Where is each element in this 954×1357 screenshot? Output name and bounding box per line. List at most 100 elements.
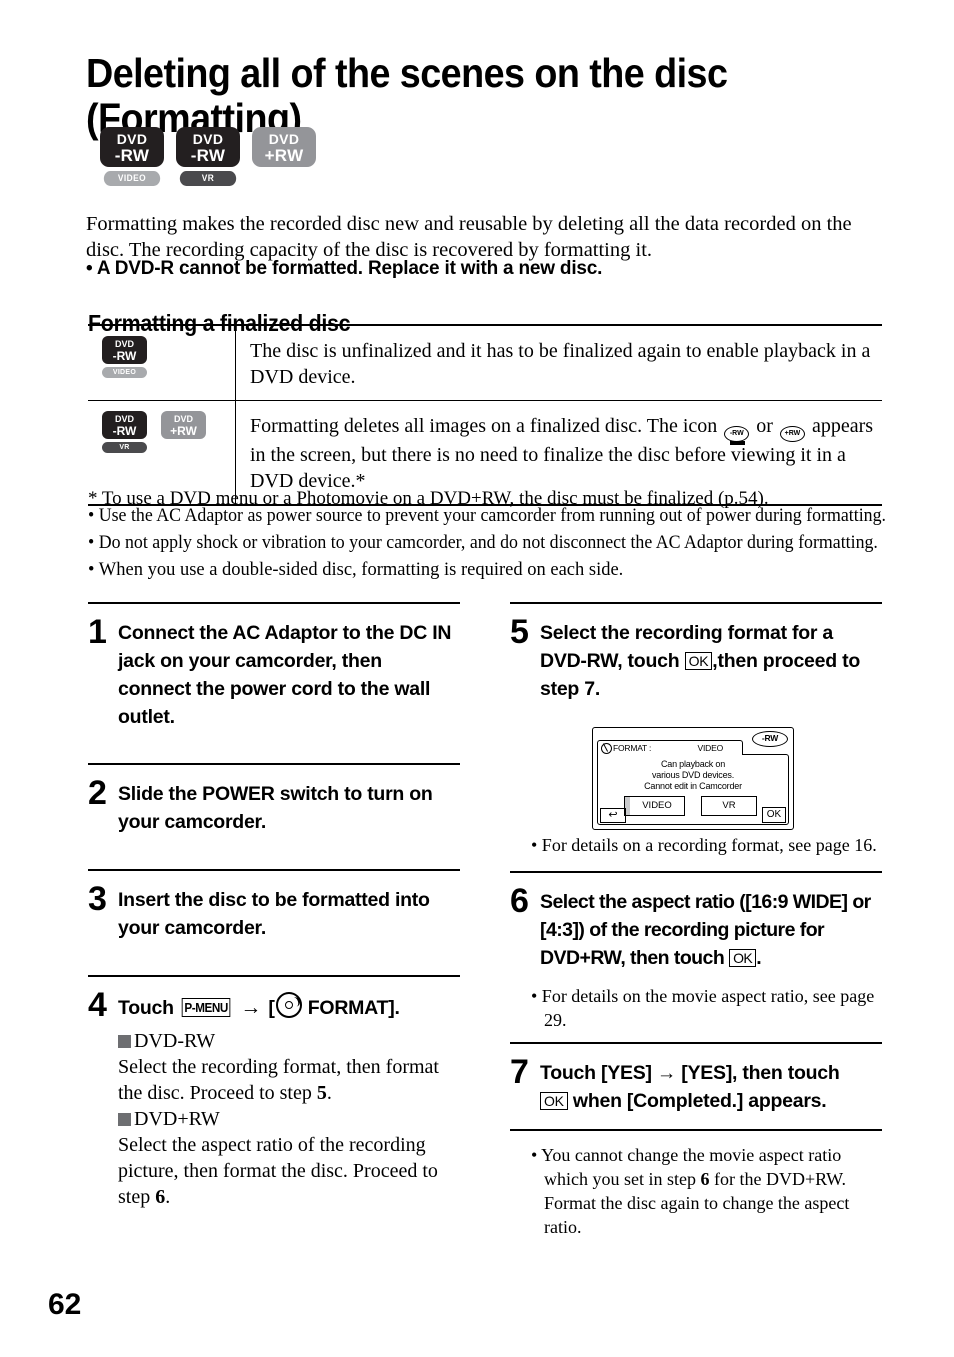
subheading-label: DVD-RW <box>134 1030 216 1052</box>
badge-line-2: +RW <box>264 145 304 165</box>
badge-line-2: -RW <box>114 145 150 165</box>
step-text: Slide the POWER switch to turn on your c… <box>118 783 433 833</box>
final-note: • You cannot change the movie aspect rat… <box>531 1143 882 1239</box>
mini-badge-line-1: DVD <box>114 338 134 349</box>
steps-column-left: 1 Connect the AC Adaptor to the DC IN ja… <box>88 602 460 1210</box>
lcd-title-label: FORMAT : <box>613 742 652 753</box>
ok-button-icon[interactable]: OK <box>729 949 757 967</box>
intro-paragraph: Formatting makes the recorded disc new a… <box>86 212 852 261</box>
lcd-body: Can playback on various DVD devices. Can… <box>597 754 789 825</box>
step-number: 5 <box>510 613 529 651</box>
lcd-ok-button[interactable]: OK <box>762 807 786 823</box>
subheading-label: DVD+RW <box>134 1108 220 1130</box>
mini-badge-pill: VR <box>102 442 147 453</box>
square-bullet-icon <box>118 1113 131 1126</box>
badge-pill <box>256 171 312 186</box>
table-row-text: The disc is unfinalized and it has to be… <box>250 340 871 388</box>
mini-badge-dvd-rw-vr: DVD -RW VR <box>102 411 147 453</box>
sub-body-1-step: 5 <box>316 1082 327 1104</box>
lcd-title-value: VIDEO <box>697 742 724 753</box>
format-disc-icon <box>275 992 302 1018</box>
mini-badge-line-1: DVD <box>114 413 134 424</box>
square-bullet-icon <box>118 1035 131 1048</box>
badge-pill: VR <box>179 171 237 186</box>
ok-button-icon[interactable]: OK <box>684 652 713 670</box>
badge-box: DVD +RW <box>252 127 316 167</box>
intro-bold-note: • A DVD-R cannot be formatted. Replace i… <box>86 258 603 279</box>
format-disc-icon <box>601 742 612 754</box>
note-item: • Do not apply shock or vibration to you… <box>88 533 878 553</box>
step-1: 1 Connect the AC Adaptor to the DC IN ja… <box>88 604 460 731</box>
step-4-bracket-open: [ <box>268 997 275 1019</box>
disc-compatibility-badges: DVD -RW VIDEO DVD -RW VR DVD +RW <box>100 127 316 186</box>
ok-button-icon[interactable]: OK <box>540 1092 568 1110</box>
step-text: Insert the disc to be formatted into you… <box>118 889 430 939</box>
mini-badge-box: DVD +RW <box>161 411 206 439</box>
table-row-text-part1: Formatting deletes all images on a final… <box>250 415 718 437</box>
finalized-disc-table: DVD -RW VIDEO The disc is unfinalized an… <box>88 324 882 506</box>
page-number: 62 <box>48 1288 82 1321</box>
step-7: 7 Touch [YES] → [YES], then touch OK whe… <box>510 1044 882 1115</box>
note-item: • Use the AC Adaptor as power source to … <box>88 506 887 526</box>
disc-badge-dvd-plus-rw: DVD +RW <box>252 127 316 186</box>
notes-list: • Use the AC Adaptor as power source to … <box>88 503 888 584</box>
p-menu-button-icon[interactable]: P-MENU <box>181 998 231 1017</box>
steps-column-right: 5 Select the recording format for a DVD-… <box>510 602 882 1253</box>
mini-badge-box: DVD -RW <box>102 336 147 364</box>
step-text: Select the recording format for a DVD-RW… <box>540 617 882 703</box>
badge-box: DVD -RW <box>100 127 164 167</box>
sub-body-2-period: . <box>165 1186 171 1208</box>
step-4-subtext: DVD-RW Select the recording format, then… <box>118 1028 460 1210</box>
badge-line-1: DVD <box>268 130 300 147</box>
step-3: 3 Insert the disc to be formatted into y… <box>88 871 460 942</box>
badge-line-2: -RW <box>190 145 226 165</box>
disc-badge-dvd-rw-video: DVD -RW VIDEO <box>100 127 164 186</box>
lcd-message: Can playback on various DVD devices. Can… <box>598 755 788 792</box>
step-text: Touch P-MENU → [ FORMAT]. <box>118 990 460 1022</box>
step-number: 2 <box>88 774 107 812</box>
step-number: 7 <box>510 1053 529 1091</box>
step-5: 5 Select the recording format for a DVD-… <box>510 604 882 703</box>
sub-body-2: Select the aspect ratio of the recording… <box>118 1132 460 1210</box>
step-number: 4 <box>88 986 107 1024</box>
step-6-note: • For details on the movie aspect ratio,… <box>531 986 875 1030</box>
sub-body-1-text: Select the recording format, then format… <box>118 1056 439 1104</box>
step-number: 3 <box>88 880 107 918</box>
step-number: 1 <box>88 613 107 651</box>
back-arrow-icon[interactable]: ↩ <box>600 808 626 823</box>
sub-body-1-period: . <box>326 1082 332 1104</box>
badge-line-1: DVD <box>116 130 148 147</box>
step-divider <box>510 1129 882 1131</box>
lcd-title-bar: FORMAT : VIDEO <box>597 740 743 755</box>
table-row-badges: DVD -RW VIDEO <box>88 326 236 400</box>
lcd-message-line-2: various DVD devices. <box>651 770 735 780</box>
sub-body-1: Select the recording format, then format… <box>118 1054 460 1106</box>
arrow-icon: → <box>240 996 262 1019</box>
step-7-text-b: when [Completed.] appears. <box>572 1090 827 1112</box>
step-text: Select the aspect ratio ([16:9 WIDE] or … <box>540 886 882 972</box>
step-5-note: • For details on a recording format, see… <box>531 835 877 855</box>
sub-body-2-step: 6 <box>155 1186 166 1208</box>
disc-plus-rw-icon: +RW <box>779 426 805 442</box>
step-4: 4 Touch P-MENU → [ FORMAT]. <box>88 977 460 1022</box>
mini-badge-pill <box>161 442 206 453</box>
step-6-text-b: . <box>756 947 762 969</box>
lcd-message-line-1: Can playback on <box>660 759 726 769</box>
disc-rw-vr-icon: -RW <box>724 426 750 445</box>
mini-badge-line-2: -RW <box>112 423 137 438</box>
mini-badge-line-2: +RW <box>170 423 197 438</box>
document-page: Deleting all of the scenes on the disc (… <box>0 0 954 1357</box>
mini-badge-dvd-rw-video: DVD -RW VIDEO <box>102 336 147 378</box>
lcd-bottom-bar: ↩ OK <box>600 807 786 823</box>
note-item: • When you use a double-sided disc, form… <box>88 560 624 580</box>
badge-box: DVD -RW <box>176 127 240 167</box>
table-row: DVD -RW VIDEO The disc is unfinalized an… <box>88 326 882 400</box>
step-text: Connect the AC Adaptor to the DC IN jack… <box>118 622 452 728</box>
mini-badge-box: DVD -RW <box>102 411 147 439</box>
step-7-text-a: Touch [YES] → [YES], then touch <box>540 1062 840 1084</box>
mini-badge-dvd-plus-rw: DVD +RW <box>161 411 206 453</box>
lcd-inner: -RW FORMAT : VIDEO Can playback on vario… <box>597 731 789 825</box>
step-4-format-label: FORMAT]. <box>307 997 400 1019</box>
subheading-dvd-plus-rw: DVD+RW <box>118 1106 460 1132</box>
step-4-touch-label: Touch <box>118 997 174 1019</box>
